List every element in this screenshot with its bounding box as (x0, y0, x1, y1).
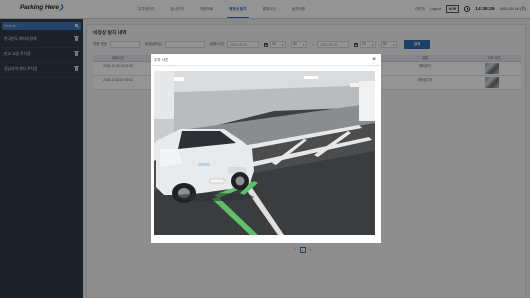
close-icon[interactable]: × (372, 56, 376, 63)
parking-photo (154, 71, 375, 235)
parking-lot-image (154, 71, 375, 235)
photo-modal: 주차 사진 × (151, 54, 381, 243)
modal-title: 주차 사진 (154, 58, 169, 62)
